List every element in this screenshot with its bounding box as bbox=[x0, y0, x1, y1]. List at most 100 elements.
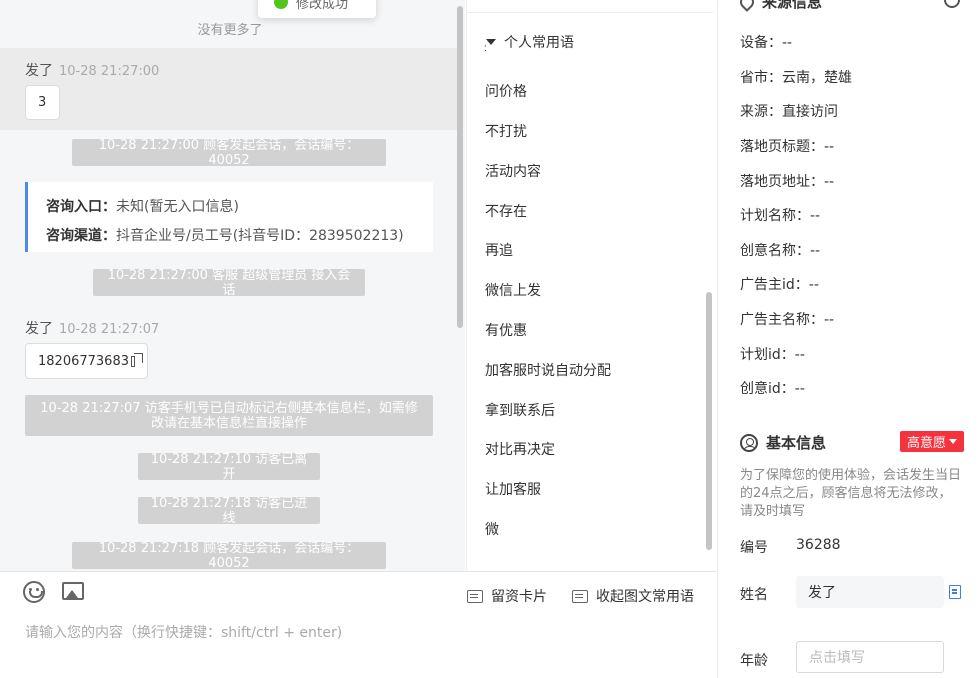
entry-value: 未知(暂无入口信息) bbox=[116, 199, 239, 215]
field-value: 云南，楚雄 bbox=[782, 70, 852, 86]
field-value: -- bbox=[824, 312, 835, 328]
system-message: 10-28 21:27:18 访客已进线 bbox=[138, 496, 320, 526]
chat-panel: 没有更多了 发了 10-28 21:27:00 3 10-28 21:27:00 … bbox=[0, 0, 465, 571]
message-bubble: 3 bbox=[25, 85, 60, 120]
caret-down-icon bbox=[949, 439, 957, 444]
collapse-phrases-button[interactable]: 收起图文常用语 bbox=[572, 586, 694, 606]
collapse-phrases-label: 收起图文常用语 bbox=[596, 589, 694, 605]
customer-info-panel: 来源信息 设备：-- 省市：云南，楚雄 来源：直接访问 落地页标题：-- 落地页… bbox=[717, 0, 980, 678]
badge-text: 高意愿 bbox=[906, 436, 946, 451]
phrase-item[interactable]: 让加客服 bbox=[485, 479, 541, 499]
phrase-item[interactable]: 不打扰 bbox=[485, 121, 527, 141]
emoji-icon[interactable] bbox=[23, 581, 45, 603]
system-message: 10-28 21:27:00 顾客发起会话，会话编号：40052 bbox=[72, 138, 386, 168]
image-icon[interactable] bbox=[62, 582, 84, 600]
location-pin-icon bbox=[737, 0, 757, 12]
phrase-item[interactable]: 活动内容 bbox=[485, 161, 541, 181]
source-field-landing-title: 落地页标题：-- bbox=[740, 136, 834, 156]
message-time: 10-28 21:27:00 bbox=[59, 64, 160, 79]
field-label: 设备： bbox=[740, 35, 782, 51]
system-message: 10-28 21:27:18 顾客发起会话，会话编号：40052 bbox=[72, 541, 386, 571]
field-value: -- bbox=[824, 174, 835, 190]
source-field-source: 来源：直接访问 bbox=[740, 101, 838, 121]
phrase-item[interactable]: 对比再决定 bbox=[485, 439, 555, 459]
field-value: -- bbox=[794, 381, 805, 397]
field-label: 广告主名称： bbox=[740, 312, 824, 328]
field-label: 来源： bbox=[740, 104, 782, 120]
id-value: 36288 bbox=[796, 537, 841, 553]
field-value: -- bbox=[810, 208, 821, 224]
card-icon bbox=[572, 589, 588, 603]
id-label: 编号 bbox=[740, 540, 768, 556]
source-field-device: 设备：-- bbox=[740, 32, 792, 52]
phrase-item[interactable]: 加客服时说自动分配 bbox=[485, 360, 611, 380]
shield-icon[interactable] bbox=[944, 0, 960, 8]
age-field[interactable]: 点击填写 bbox=[796, 641, 944, 673]
phrase-group-header[interactable]: 个人常用语 bbox=[486, 32, 686, 52]
field-value: -- bbox=[808, 277, 819, 293]
basic-info-title: 基本信息 bbox=[740, 432, 826, 453]
no-more-label: 没有更多了 bbox=[197, 23, 263, 38]
phrases-panel: 个人常用语 要电话 问价格 不打扰 活动内容 不存在 再追 微信上发 有优惠 加… bbox=[466, 0, 716, 571]
phrase-item[interactable]: 问价格 bbox=[485, 81, 527, 101]
divider bbox=[467, 12, 713, 13]
field-label: 创意名称： bbox=[740, 243, 810, 259]
user-icon bbox=[740, 433, 758, 452]
field-value: -- bbox=[794, 347, 805, 363]
message-input[interactable]: 请输入您的内容（换行快捷键：shift/ctrl + enter) bbox=[25, 622, 342, 642]
source-field-landing-url: 落地页地址：-- bbox=[740, 171, 834, 191]
message-time: 10-28 21:27:07 bbox=[59, 322, 160, 337]
message-text: 3 bbox=[38, 95, 47, 110]
copy-icon[interactable] bbox=[130, 352, 144, 367]
age-label: 年龄 bbox=[740, 653, 768, 669]
source-field-plan-id: 计划id：-- bbox=[740, 344, 805, 364]
caret-down-icon bbox=[486, 39, 496, 45]
sender-name: 发了 bbox=[25, 63, 53, 79]
field-value: -- bbox=[810, 243, 821, 259]
channel-row: 咨询渠道：抖音企业号/员工号(抖音号ID：2839502213) bbox=[46, 222, 415, 251]
source-field-plan-name: 计划名称：-- bbox=[740, 205, 820, 225]
channel-label: 咨询渠道： bbox=[46, 228, 116, 244]
sender-name: 发了 bbox=[25, 321, 53, 337]
toast-text: 修改成功 bbox=[296, 0, 349, 12]
source-info-title: 来源信息 bbox=[737, 0, 822, 12]
field-label: 广告主id： bbox=[740, 277, 809, 293]
channel-value: 抖音企业号/员工号(抖音号ID：2839502213) bbox=[116, 228, 404, 244]
phrase-item[interactable]: 微信上发 bbox=[485, 280, 541, 300]
edit-notice: 为了保障您的使用体验，会话发生当日的24点之后，顾客信息将无法修改，请及时填写 bbox=[740, 468, 962, 519]
message-header: 发了 10-28 21:27:07 bbox=[25, 318, 159, 338]
name-label: 姓名 bbox=[740, 587, 768, 603]
source-field-creative-name: 创意名称：-- bbox=[740, 240, 820, 260]
phrase-item[interactable]: 拿到联系后 bbox=[485, 400, 555, 420]
field-label: 创意id： bbox=[740, 381, 795, 397]
field-value: -- bbox=[782, 35, 793, 51]
message-text: 18206773683 bbox=[38, 353, 129, 369]
field-label: 省市： bbox=[740, 70, 782, 86]
phrase-item[interactable]: 微 bbox=[485, 519, 499, 539]
card-icon bbox=[467, 589, 483, 603]
system-message: 10-28 21:27:00 客服 超级管理员 接入会话 bbox=[93, 268, 365, 298]
source-field-advertiser-id: 广告主id：-- bbox=[740, 274, 819, 294]
entry-row: 咨询入口：未知(暂无入口信息) bbox=[46, 193, 415, 222]
check-icon bbox=[274, 0, 288, 9]
name-field[interactable]: 发了 bbox=[796, 576, 944, 608]
field-label: 计划id： bbox=[740, 347, 795, 363]
message-header: 发了 10-28 21:27:00 bbox=[25, 60, 159, 80]
intent-level-badge[interactable]: 高意愿 bbox=[900, 431, 964, 452]
field-label: 落地页地址： bbox=[740, 174, 824, 190]
entry-label: 咨询入口： bbox=[46, 199, 116, 215]
system-message: 10-28 21:27:10 访客已离开 bbox=[138, 452, 320, 482]
document-icon[interactable] bbox=[949, 585, 961, 599]
lead-card-button[interactable]: 留资卡片 bbox=[467, 586, 547, 606]
chat-scrollbar[interactable] bbox=[457, 6, 463, 328]
field-value: -- bbox=[824, 139, 835, 155]
phrase-item[interactable]: 有优惠 bbox=[485, 320, 527, 340]
phrases-scrollbar[interactable] bbox=[706, 292, 712, 550]
phrase-item[interactable]: 不存在 bbox=[485, 201, 527, 221]
section-title: 基本信息 bbox=[766, 434, 827, 452]
message-input-area: 留资卡片 收起图文常用语 请输入您的内容（换行快捷键：shift/ctrl + … bbox=[0, 571, 716, 678]
source-field-creative-id: 创意id：-- bbox=[740, 378, 805, 398]
field-label: 计划名称： bbox=[740, 208, 810, 224]
phrase-group-title: 个人常用语 bbox=[504, 35, 574, 51]
phrase-item[interactable]: 再追 bbox=[485, 240, 513, 260]
